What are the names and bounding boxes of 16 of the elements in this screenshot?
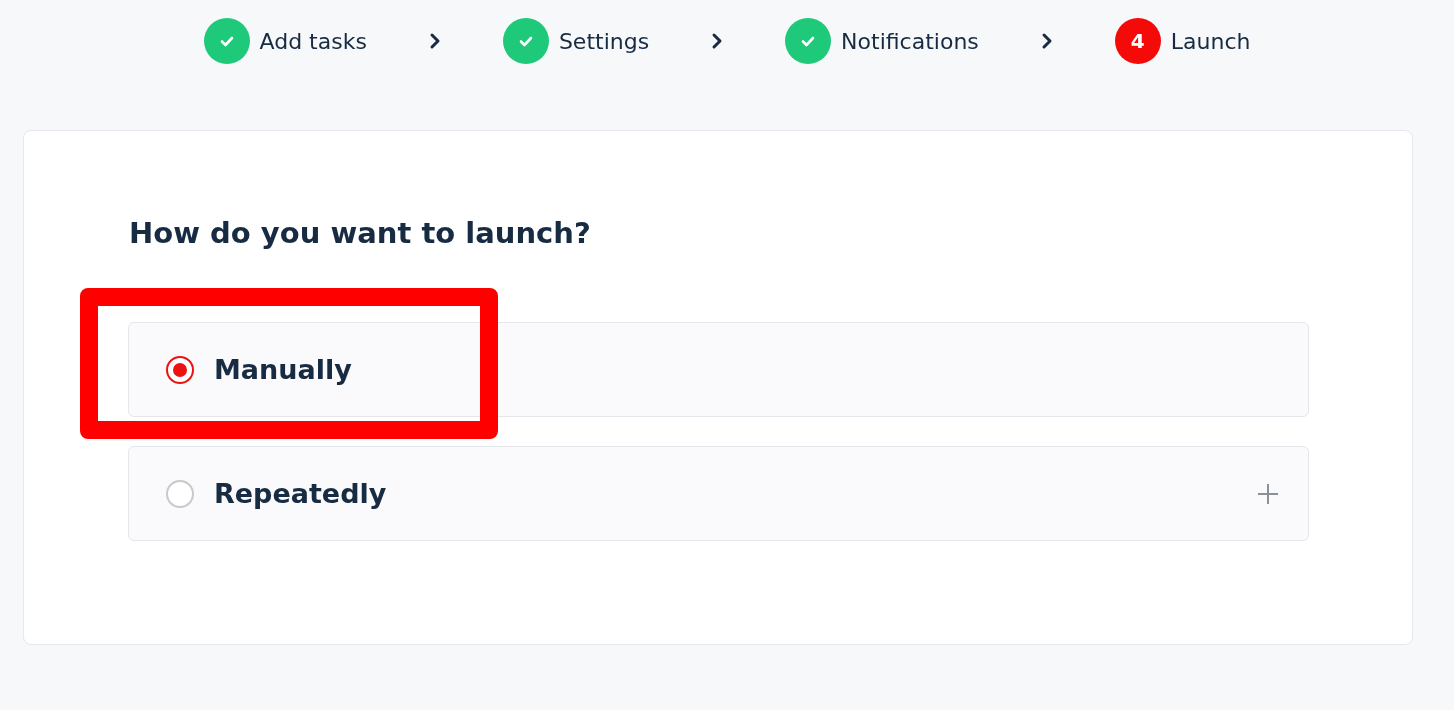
option-label: Repeatedly [214,478,388,509]
step-label: Add tasks [259,28,367,54]
plus-icon[interactable] [1256,481,1280,506]
step-label: Notifications [841,28,979,54]
step-label: Settings [558,28,650,54]
step-label: Launch [1170,28,1251,54]
chevron-right-icon [711,32,724,50]
radio-button[interactable] [166,479,194,508]
launch-option[interactable]: Manually [128,322,1309,417]
chevron-right-icon [1040,32,1053,50]
chevron-right-icon [428,32,441,50]
step-number: 4 [1114,18,1161,64]
radio-button[interactable] [166,355,194,384]
option-label: Manually [214,354,353,385]
launch-option[interactable]: Repeatedly [128,446,1309,541]
section-heading: How do you want to launch? [129,216,592,250]
